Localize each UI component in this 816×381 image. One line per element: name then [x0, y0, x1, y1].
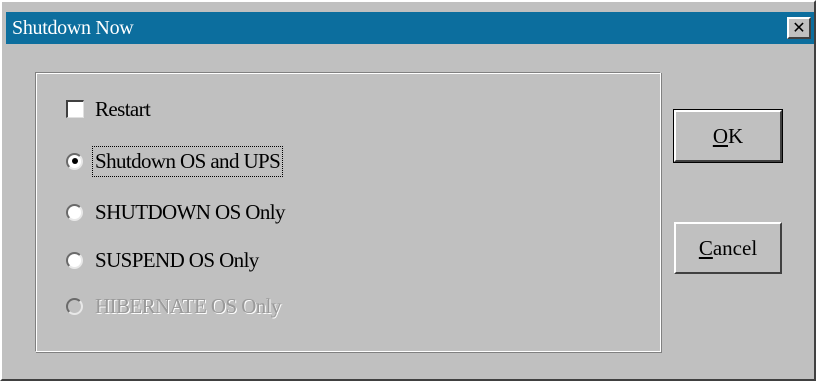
ok-mnemonic: O	[712, 123, 728, 148]
hibernate-os-only-label: HIBERNATE OS Only	[95, 293, 281, 318]
ok-button[interactable]: OK	[673, 109, 783, 163]
title-bar[interactable]: Shutdown Now ✕	[6, 12, 814, 44]
ok-label-rest: K	[728, 123, 744, 148]
shutdown-os-only-radio-row[interactable]: SHUTDOWN OS Only	[66, 197, 286, 227]
restart-label: Restart	[95, 96, 151, 121]
close-button[interactable]: ✕	[787, 17, 811, 39]
close-icon: ✕	[792, 18, 806, 37]
suspend-os-only-radio-row[interactable]: SUSPEND OS Only	[66, 245, 259, 275]
cancel-label-rest: ancel	[712, 235, 758, 260]
suspend-os-only-label: SUSPEND OS Only	[95, 247, 259, 272]
shutdown-os-only-radio[interactable]	[66, 203, 83, 221]
window-title: Shutdown Now	[12, 16, 134, 39]
hibernate-os-only-radio	[66, 297, 83, 315]
cancel-button[interactable]: Cancel	[674, 222, 782, 274]
cancel-mnemonic: C	[698, 235, 713, 260]
shutdown-dialog: Shutdown Now ✕ Restart Shutdown OS and U…	[0, 0, 816, 381]
restart-checkbox-row[interactable]: Restart	[66, 94, 151, 124]
shutdown-os-and-ups-label: Shutdown OS and UPS	[91, 145, 284, 177]
suspend-os-only-radio[interactable]	[66, 251, 83, 269]
restart-checkbox[interactable]	[66, 100, 84, 118]
shutdown-os-and-ups-radio[interactable]	[66, 152, 83, 170]
hibernate-os-only-radio-row: HIBERNATE OS Only	[66, 291, 281, 321]
shutdown-os-only-label: SHUTDOWN OS Only	[95, 199, 286, 224]
shutdown-os-and-ups-radio-row[interactable]: Shutdown OS and UPS	[66, 145, 284, 177]
